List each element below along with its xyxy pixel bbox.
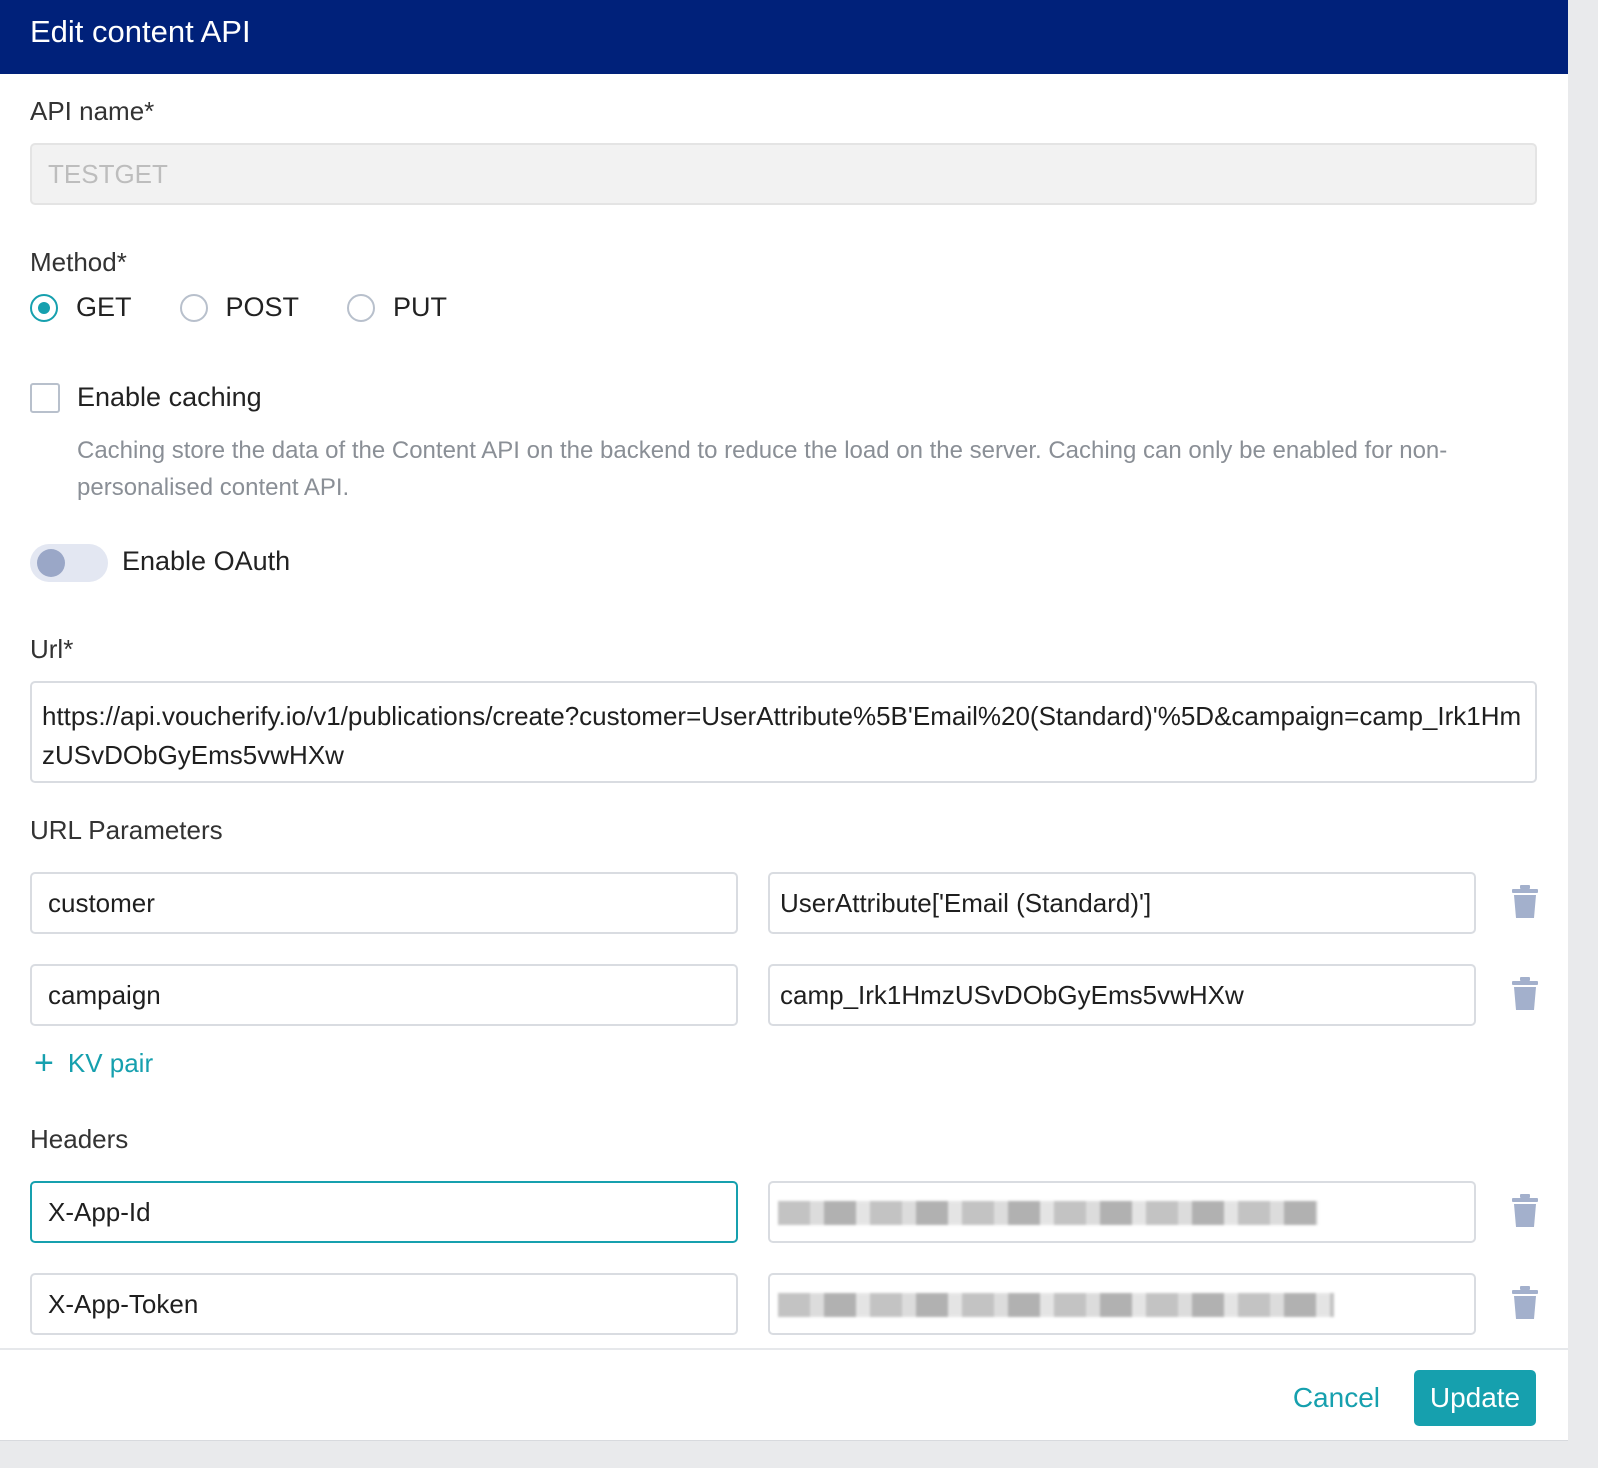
url-param-key-input[interactable]: campaign bbox=[30, 964, 738, 1026]
backdrop-edge bbox=[1568, 0, 1598, 1468]
dialog-footer: Cancel Update bbox=[0, 1348, 1568, 1440]
trash-icon[interactable] bbox=[1512, 1286, 1538, 1320]
add-kv-pair-label: KV pair bbox=[67, 1047, 154, 1078]
api-name-input[interactable]: TESTGET bbox=[30, 143, 1537, 205]
method-option-label: POST bbox=[225, 292, 300, 322]
radio-unselected-icon bbox=[179, 293, 208, 322]
method-label: Method* bbox=[30, 247, 127, 277]
toggle-knob bbox=[37, 549, 65, 577]
enable-caching-label: Enable caching bbox=[77, 382, 262, 412]
method-radio-post[interactable]: POST bbox=[179, 292, 300, 323]
dialog-title: Edit content API bbox=[0, 0, 1568, 74]
update-button[interactable]: Update bbox=[1414, 1370, 1536, 1426]
url-label: Url* bbox=[30, 634, 74, 664]
trash-icon[interactable] bbox=[1512, 1194, 1538, 1228]
method-radio-get[interactable]: GET bbox=[30, 292, 132, 323]
method-option-label: GET bbox=[76, 292, 132, 322]
header-value-input-redacted[interactable] bbox=[768, 1273, 1476, 1335]
redacted-value bbox=[778, 1293, 1334, 1317]
url-param-value-input[interactable]: camp_Irk1HmzUSvDObGyEms5vwHXw bbox=[768, 964, 1476, 1026]
plus-icon: + bbox=[34, 1044, 54, 1082]
add-kv-pair-button[interactable]: + KV pair bbox=[34, 1046, 153, 1080]
redacted-value bbox=[778, 1201, 1318, 1225]
api-name-label: API name* bbox=[30, 96, 155, 126]
headers-label: Headers bbox=[30, 1124, 129, 1154]
trash-icon[interactable] bbox=[1512, 977, 1538, 1011]
url-param-value-input[interactable]: UserAttribute['Email (Standard)'] bbox=[768, 872, 1476, 934]
header-key-input[interactable]: X-App-Token bbox=[30, 1273, 738, 1335]
header-key-input[interactable]: X-App-Id bbox=[30, 1181, 738, 1243]
enable-oauth-toggle[interactable] bbox=[30, 544, 108, 582]
edit-content-api-dialog: Edit content API API name* TESTGET Metho… bbox=[0, 0, 1568, 1440]
enable-caching-checkbox[interactable] bbox=[30, 383, 60, 413]
caching-helper-text: Caching store the data of the Content AP… bbox=[77, 437, 1448, 501]
url-parameters-label: URL Parameters bbox=[30, 815, 223, 845]
method-radio-put[interactable]: PUT bbox=[347, 292, 447, 323]
radio-selected-icon bbox=[30, 293, 58, 322]
radio-unselected-icon bbox=[347, 293, 376, 322]
url-input[interactable]: https://api.voucherify.io/v1/publication… bbox=[30, 681, 1537, 783]
method-radio-group: GET POST PUT bbox=[30, 292, 495, 323]
trash-icon[interactable] bbox=[1512, 885, 1538, 919]
method-option-label: PUT bbox=[393, 292, 448, 322]
enable-oauth-label: Enable OAuth bbox=[122, 546, 291, 576]
cancel-button[interactable]: Cancel bbox=[1293, 1370, 1380, 1426]
url-param-key-input[interactable]: customer bbox=[30, 872, 738, 934]
header-value-input-redacted[interactable] bbox=[768, 1181, 1476, 1243]
